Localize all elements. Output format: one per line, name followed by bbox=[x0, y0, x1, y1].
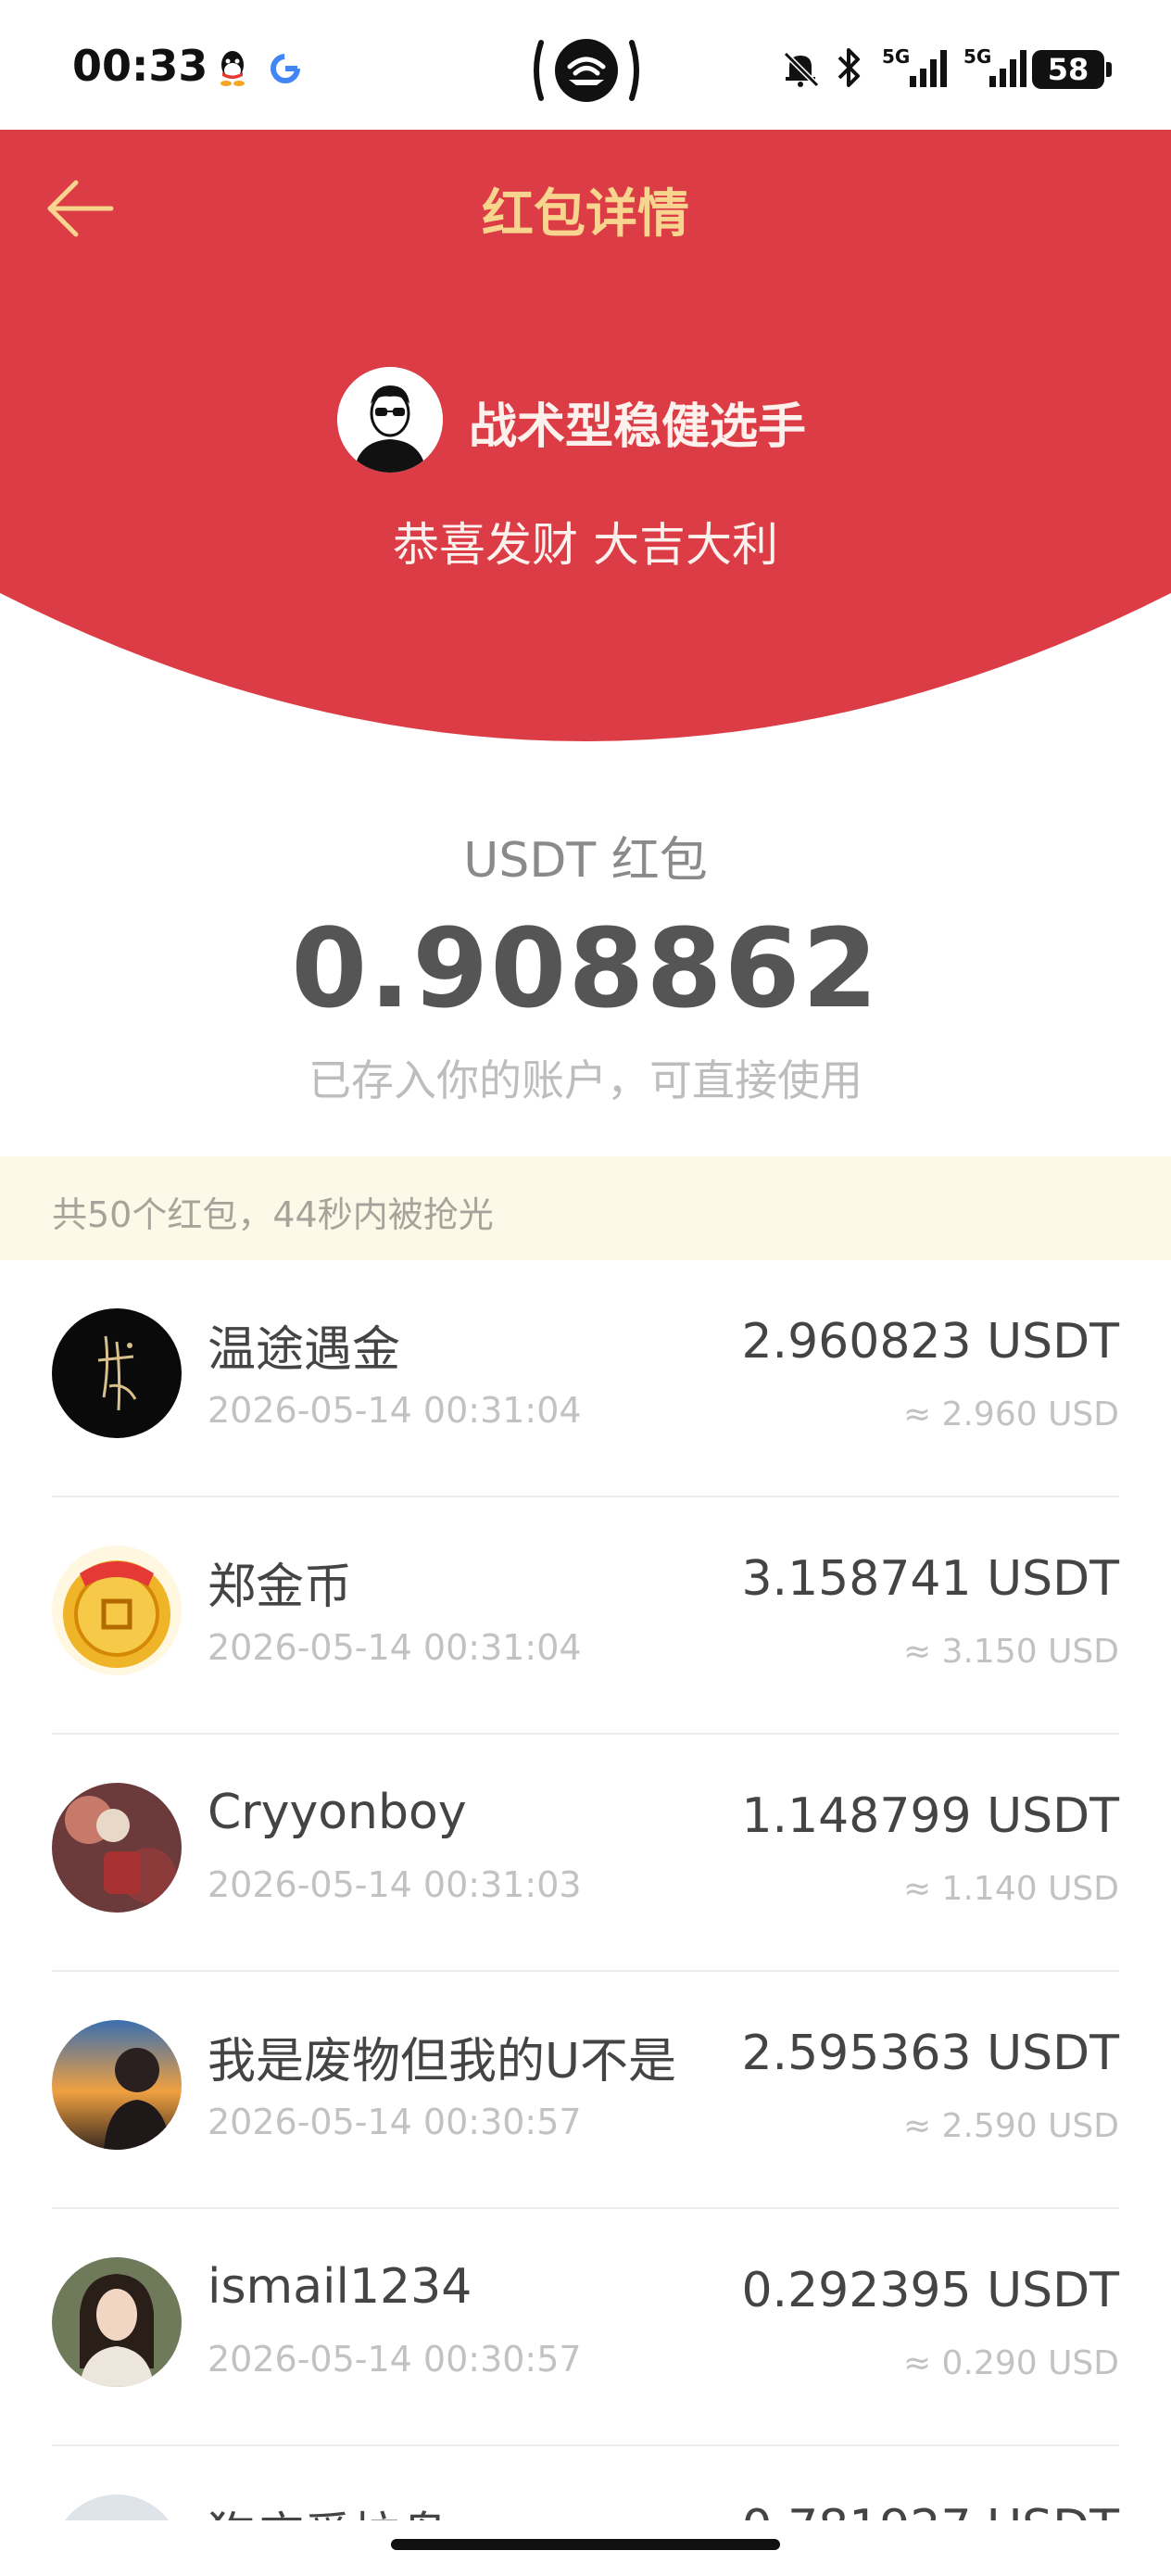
claim-list[interactable]: 温途遇金 2026-05-14 00:31:04 2.960823 USDT ≈… bbox=[0, 1260, 1171, 2520]
summary-strip: 共50个红包，44秒内被抢光 bbox=[0, 1156, 1171, 1260]
claimer-name: ismail1234 bbox=[208, 2259, 472, 2315]
qq-icon bbox=[220, 51, 245, 86]
claim-amount: 2.960823 USDT bbox=[741, 1314, 1119, 1370]
avatar bbox=[52, 2020, 182, 2150]
5g-signal-icon: 5G bbox=[963, 45, 1026, 87]
sender-name: 战术型稳健选手 bbox=[469, 399, 807, 455]
page-title: 红包详情 bbox=[482, 184, 689, 245]
claimer-name: 郑金币 bbox=[208, 1559, 353, 1615]
claim-usd-value: ≈ 1.140 USD bbox=[902, 1870, 1119, 1908]
claimer-name: Cryyonboy bbox=[208, 1785, 467, 1840]
claim-time: 2026-05-14 00:31:04 bbox=[208, 1627, 582, 1668]
status-time: 00:33 bbox=[72, 41, 208, 91]
svg-text:5G: 5G bbox=[882, 45, 910, 68]
sender-avatar bbox=[337, 367, 443, 473]
mute-bell-icon bbox=[783, 51, 820, 88]
list-item[interactable]: 郑金币 2026-05-14 00:31:04 3.158741 USDT ≈ … bbox=[0, 1497, 1171, 1735]
claim-amount: 0.781927 USDT bbox=[741, 2500, 1119, 2520]
claim-time: 2026-05-14 00:30:57 bbox=[208, 2339, 582, 2380]
battery-icon: 58 bbox=[1032, 50, 1112, 89]
claim-usd-value: ≈ 3.150 USD bbox=[902, 1633, 1119, 1671]
list-item[interactable]: 温途遇金 2026-05-14 00:31:04 2.960823 USDT ≈… bbox=[0, 1260, 1171, 1497]
list-item[interactable]: Cryyonboy 2026-05-14 00:31:03 1.148799 U… bbox=[0, 1735, 1171, 1972]
avatar bbox=[52, 1783, 182, 1913]
claimer-name: 狗庄爱拉盘 bbox=[208, 2496, 448, 2520]
claim-time: 2026-05-14 00:31:03 bbox=[208, 1864, 582, 1905]
hotspot-icon bbox=[534, 39, 639, 102]
google-icon bbox=[271, 54, 300, 83]
amount-label: USDT 红包 bbox=[463, 833, 708, 889]
amount-value: 0.908862 bbox=[291, 904, 880, 1032]
avatar bbox=[52, 2494, 182, 2520]
home-indicator[interactable] bbox=[391, 2539, 780, 2550]
claimer-name: 我是废物但我的U不是 bbox=[208, 2034, 677, 2090]
list-item[interactable]: 狗庄爱拉盘 0.781927 USDT bbox=[0, 2446, 1171, 2520]
claim-usd-value: ≈ 2.960 USD bbox=[902, 1395, 1119, 1433]
claim-usd-value: ≈ 2.590 USD bbox=[902, 2107, 1119, 2145]
5g-signal-icon: 5G bbox=[882, 45, 947, 87]
claimer-name: 温途遇金 bbox=[208, 1322, 401, 1378]
bluetooth-icon bbox=[837, 48, 860, 87]
list-item[interactable]: ismail1234 2026-05-14 00:30:57 0.292395 … bbox=[0, 2209, 1171, 2446]
claim-amount: 0.292395 USDT bbox=[741, 2263, 1119, 2318]
claim-amount: 1.148799 USDT bbox=[741, 1788, 1119, 1844]
avatar bbox=[52, 1546, 182, 1675]
avatar bbox=[52, 2257, 182, 2387]
claim-amount: 3.158741 USDT bbox=[741, 1551, 1119, 1607]
greeting-message: 恭喜发财 大吉大利 bbox=[393, 518, 778, 572]
claim-time: 2026-05-14 00:30:57 bbox=[208, 2102, 582, 2142]
claim-time: 2026-05-14 00:31:04 bbox=[208, 1390, 582, 1431]
claim-usd-value: ≈ 0.290 USD bbox=[902, 2344, 1119, 2382]
svg-text:5G: 5G bbox=[963, 45, 991, 68]
amount-note: 已存入你的账户，可直接使用 bbox=[308, 1055, 863, 1105]
list-item[interactable]: 我是废物但我的U不是 2026-05-14 00:30:57 2.595363 … bbox=[0, 1972, 1171, 2209]
claim-amount: 2.595363 USDT bbox=[741, 2026, 1119, 2081]
avatar bbox=[52, 1308, 182, 1438]
summary-text: 共50个红包，44秒内被抢光 bbox=[52, 1194, 494, 1235]
status-bar: 00:33 5G 5G 58 bbox=[0, 0, 1171, 130]
